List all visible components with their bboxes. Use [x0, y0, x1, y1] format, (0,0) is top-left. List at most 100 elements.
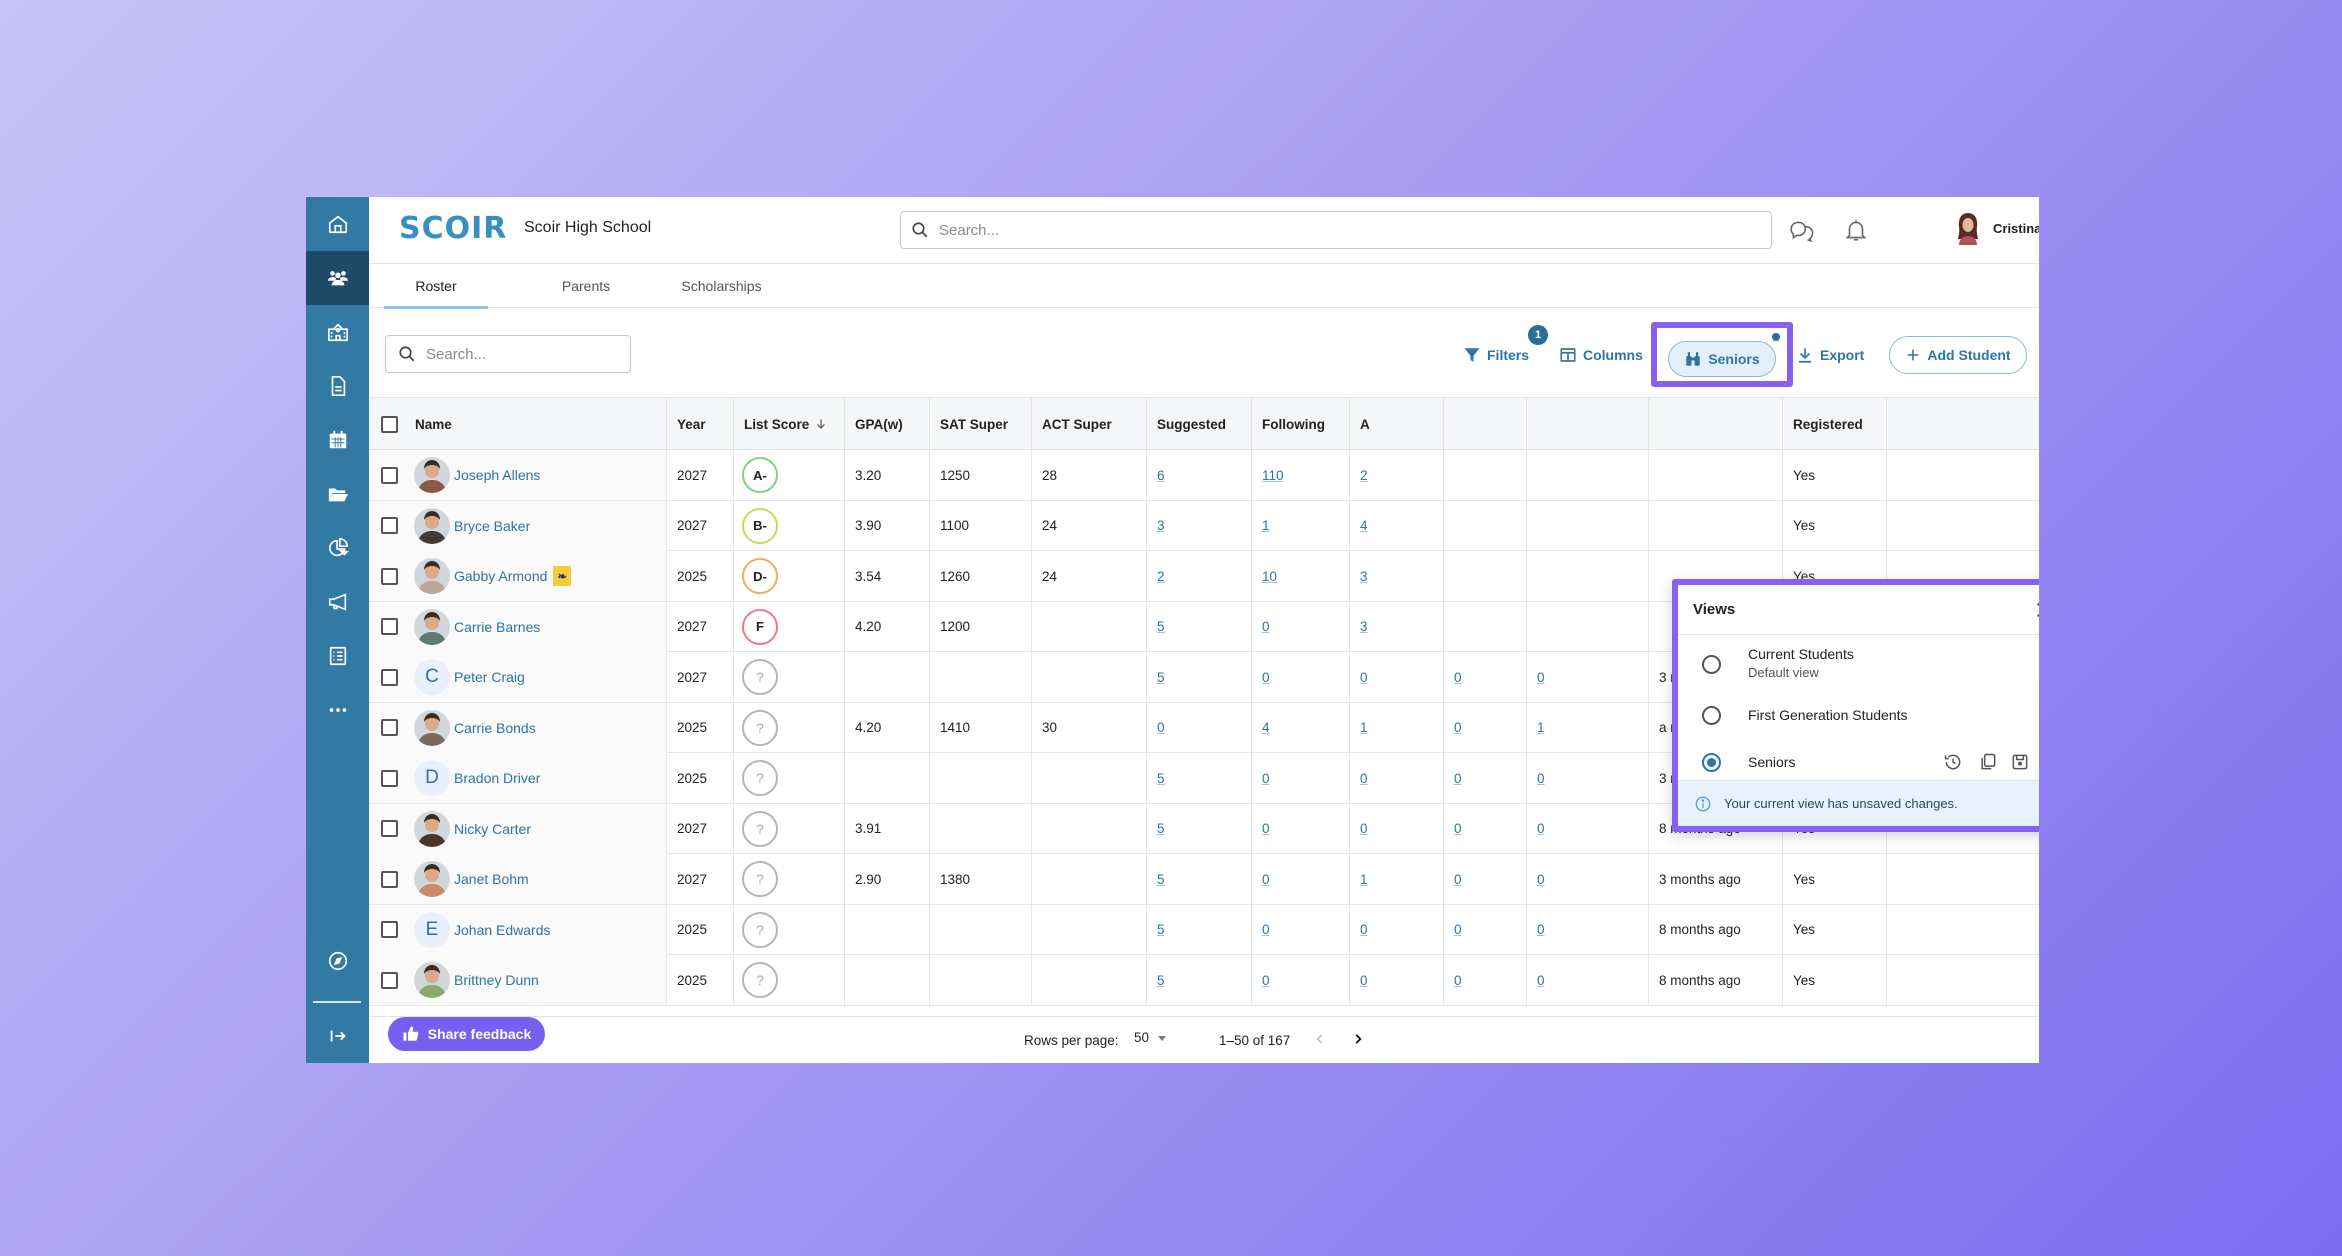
sidebar-item-files[interactable]: [306, 467, 369, 521]
sidebar-item-colleges[interactable]: [306, 305, 369, 359]
column-header-gpa[interactable]: GPA(w): [844, 398, 929, 450]
user-menu[interactable]: Cristina: [1953, 211, 2039, 245]
student-name-link[interactable]: Johan Edwards: [454, 922, 551, 938]
sidebar-item-checklists[interactable]: [306, 629, 369, 683]
sort-descending-icon[interactable]: [814, 417, 828, 431]
cell-col-a[interactable]: 2: [1349, 450, 1443, 500]
column-header-col-11[interactable]: [1526, 398, 1648, 450]
column-header-col-10[interactable]: [1443, 398, 1526, 450]
cell-suggested[interactable]: 5: [1146, 652, 1251, 702]
cell-col-10[interactable]: 0: [1443, 955, 1526, 1005]
cell-col-a[interactable]: 3: [1349, 551, 1443, 601]
row-checkbox[interactable]: [381, 618, 398, 635]
history-icon[interactable]: [1943, 752, 1963, 772]
row-checkbox[interactable]: [381, 769, 398, 787]
cell-col-10[interactable]: 0: [1443, 753, 1526, 803]
cell-col-a[interactable]: 0: [1349, 753, 1443, 803]
row-checkbox[interactable]: [381, 820, 398, 837]
column-header-suggested[interactable]: Suggested: [1146, 398, 1251, 450]
cell-following[interactable]: 110: [1251, 450, 1349, 500]
view-radio[interactable]: [1702, 655, 1721, 674]
cell-col-11[interactable]: 1: [1526, 702, 1648, 753]
add-student-button[interactable]: Add Student: [1889, 336, 2027, 374]
student-avatar[interactable]: [414, 457, 450, 493]
student-avatar[interactable]: D: [414, 760, 450, 796]
cell-col-10[interactable]: [1443, 500, 1526, 551]
next-page-button[interactable]: [1346, 1027, 1370, 1051]
tab-parents[interactable]: Parents: [534, 264, 638, 308]
student-name-link[interactable]: Bryce Baker: [454, 518, 530, 534]
export-button[interactable]: Export: [1796, 340, 1864, 370]
cell-col-11[interactable]: [1526, 551, 1648, 601]
cell-col-11[interactable]: 0: [1526, 955, 1648, 1005]
cell-following[interactable]: 0: [1251, 904, 1349, 955]
column-header-following[interactable]: Following: [1251, 398, 1349, 450]
cell-suggested[interactable]: 5: [1146, 803, 1251, 854]
row-checkbox[interactable]: [381, 567, 398, 585]
row-checkbox[interactable]: [381, 870, 398, 888]
close-icon[interactable]: [2033, 599, 2039, 621]
rows-per-page-select[interactable]: 50: [1134, 1030, 1167, 1045]
cell-suggested[interactable]: 2: [1146, 551, 1251, 601]
cell-col-11[interactable]: 0: [1526, 753, 1648, 803]
table-row[interactable]: E Johan Edwards 2025? 5 0 0 0 0 8 months ago Yes: [369, 904, 2039, 955]
view-item-current-students[interactable]: Current Students Default view: [1678, 636, 2039, 692]
cell-following[interactable]: 0: [1251, 854, 1349, 904]
cell-following[interactable]: 0: [1251, 955, 1349, 1005]
cell-col-a[interactable]: 0: [1349, 955, 1443, 1005]
row-checkbox[interactable]: [381, 921, 398, 938]
row-checkbox[interactable]: [381, 668, 398, 686]
cell-suggested[interactable]: 5: [1146, 904, 1251, 955]
column-header-col-14[interactable]: [1886, 398, 2039, 450]
cell-col-11[interactable]: 0: [1526, 904, 1648, 955]
student-name-link[interactable]: Carrie Barnes: [454, 619, 540, 635]
sidebar-item-students[interactable]: [306, 251, 369, 305]
save-icon[interactable]: [2010, 752, 2030, 772]
college-badge-icon[interactable]: ❧: [553, 566, 572, 586]
cell-col-10[interactable]: 0: [1443, 702, 1526, 753]
column-header-last-activity[interactable]: [1648, 398, 1782, 450]
student-avatar[interactable]: [414, 709, 450, 746]
cell-following[interactable]: 1: [1251, 500, 1349, 551]
roster-search-input[interactable]: [426, 345, 606, 363]
copy-icon[interactable]: [1978, 752, 1998, 772]
student-avatar[interactable]: [414, 861, 450, 897]
cell-col-11[interactable]: 0: [1526, 854, 1648, 904]
student-name-link[interactable]: Joseph Allens: [454, 467, 540, 483]
student-avatar[interactable]: C: [414, 659, 450, 695]
student-name-link[interactable]: Janet Bohm: [454, 871, 529, 887]
cell-following[interactable]: 4: [1251, 702, 1349, 753]
column-header-registered[interactable]: Registered: [1782, 398, 1886, 450]
cell-suggested[interactable]: 3: [1146, 500, 1251, 551]
table-row[interactable]: Janet Bohm 2027? 2.90 1380 5 0 1 0 0 3 months ago…: [369, 854, 2039, 905]
student-avatar[interactable]: [414, 810, 450, 847]
student-avatar[interactable]: [414, 608, 450, 645]
share-feedback-button[interactable]: Share feedback: [388, 1017, 545, 1051]
views-button[interactable]: Seniors: [1668, 341, 1776, 377]
sidebar-item-announcements[interactable]: [306, 575, 369, 629]
student-avatar[interactable]: [414, 558, 450, 594]
row-checkbox[interactable]: [381, 971, 398, 989]
student-name-link[interactable]: Peter Craig: [454, 669, 525, 685]
view-radio-selected[interactable]: [1702, 753, 1721, 772]
sidebar-item-documents[interactable]: [306, 359, 369, 413]
cell-col-a[interactable]: 1: [1349, 854, 1443, 904]
cell-col-a[interactable]: 4: [1349, 500, 1443, 551]
cell-col-11[interactable]: [1526, 450, 1648, 500]
student-avatar[interactable]: [414, 507, 450, 544]
cell-col-10[interactable]: [1443, 450, 1526, 500]
cell-col-10[interactable]: 0: [1443, 904, 1526, 955]
row-checkbox[interactable]: [381, 719, 398, 736]
cell-col-a[interactable]: 0: [1349, 652, 1443, 702]
scoir-logo[interactable]: SCOIR: [399, 211, 507, 246]
global-search-input[interactable]: [939, 221, 1713, 239]
column-header-col-a[interactable]: A: [1349, 398, 1443, 450]
column-header-year[interactable]: Year: [666, 398, 733, 450]
cell-col-11[interactable]: [1526, 500, 1648, 551]
tab-scholarships[interactable]: Scholarships: [659, 264, 784, 308]
cell-following[interactable]: 0: [1251, 753, 1349, 803]
cell-col-a[interactable]: 1: [1349, 702, 1443, 753]
cell-following[interactable]: 10: [1251, 551, 1349, 601]
cell-col-a[interactable]: 0: [1349, 803, 1443, 854]
sidebar-item-more[interactable]: [306, 683, 369, 737]
